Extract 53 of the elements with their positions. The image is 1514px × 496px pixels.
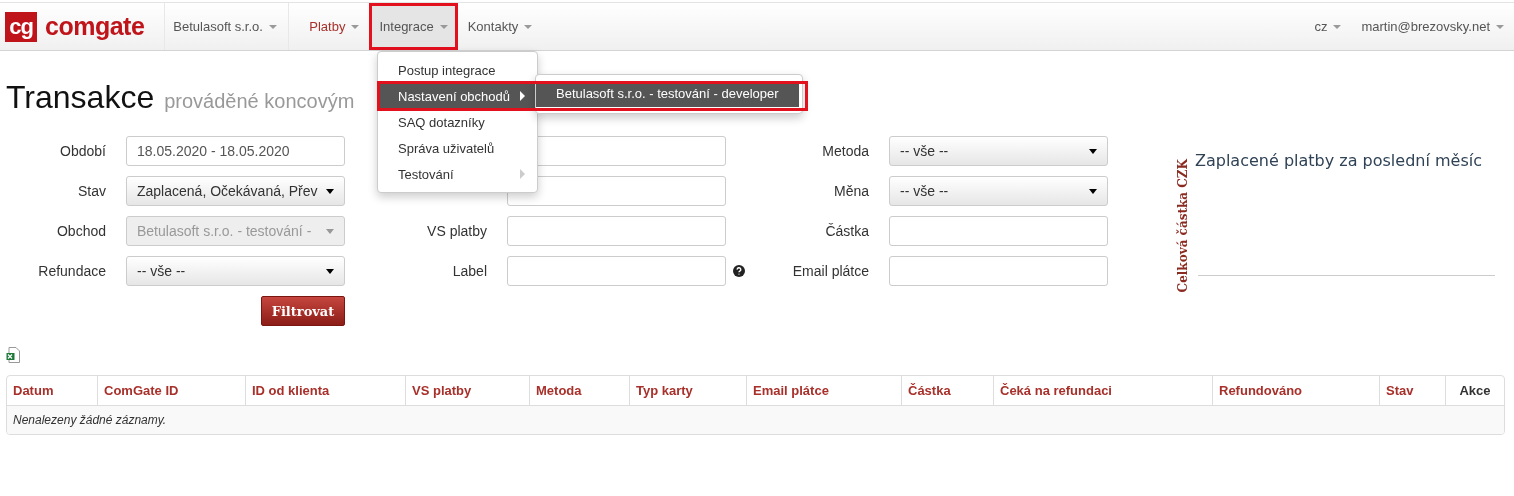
caret-icon xyxy=(1089,188,1097,194)
nav-menu-item[interactable]: Platby xyxy=(299,3,370,50)
empty-message: Nenalezeny žádné záznamy. xyxy=(7,405,1504,434)
menu-item[interactable]: Postup integrace xyxy=(378,57,537,83)
field-label: Období xyxy=(60,143,106,159)
field-label: Stav xyxy=(78,183,106,199)
field-label: Obchod xyxy=(56,223,106,239)
field-label: Měna xyxy=(833,183,869,199)
logo-text: comgate xyxy=(45,12,145,41)
field-label: Email plátce xyxy=(792,263,869,279)
caret-icon xyxy=(351,24,360,29)
page-subtitle: prováděné koncovým xyxy=(164,90,355,113)
caret-icon xyxy=(1333,24,1342,29)
select-field[interactable]: -- vše -- xyxy=(889,136,1108,166)
chart-title: Zaplacené platby za poslední měsíc xyxy=(1195,151,1482,170)
select-field[interactable]: -- vše -- xyxy=(889,176,1108,206)
language-menu[interactable]: cz xyxy=(1304,3,1352,50)
nav-menu-item[interactable]: Integrace xyxy=(369,3,458,50)
caret-icon xyxy=(439,24,448,29)
user-menu[interactable]: martin@brezovsky.net xyxy=(1351,3,1514,50)
text-field[interactable] xyxy=(889,256,1108,286)
text-field[interactable] xyxy=(507,256,726,286)
field-label: Metoda xyxy=(822,143,869,159)
text-field[interactable] xyxy=(507,176,726,206)
select-field[interactable]: -- vše -- xyxy=(126,256,345,286)
select-field[interactable]: Zaplacená, Očekávaná, Přev xyxy=(126,176,345,206)
menu-item[interactable]: Nastavení obchodů xyxy=(378,83,537,109)
menu-item[interactable]: SAQ dotazníky xyxy=(378,109,537,135)
caret-icon xyxy=(268,24,277,29)
menu-item[interactable]: Správa uživatelů xyxy=(378,135,537,161)
caret-icon xyxy=(326,228,334,234)
field-label: Refundace xyxy=(38,263,106,279)
menu-item[interactable]: Testování xyxy=(378,161,537,187)
page-title: Transakce xyxy=(6,79,155,116)
text-field[interactable] xyxy=(889,216,1108,246)
field-label: Label xyxy=(452,263,487,279)
text-field[interactable]: 18.05.2020 - 18.05.2020 xyxy=(126,136,345,166)
filter-button[interactable]: Filtrovat xyxy=(261,296,345,326)
column-header[interactable]: Datum xyxy=(7,376,97,405)
spreadsheet-export-icon[interactable] xyxy=(6,347,20,363)
merchant-menu[interactable]: Betulasoft s.r.o. xyxy=(164,3,290,50)
field-label: Částka xyxy=(825,223,869,239)
logo-mark: cg xyxy=(5,11,37,42)
field-label: VS platby xyxy=(427,223,487,239)
caret-icon xyxy=(326,188,334,194)
text-field[interactable] xyxy=(507,216,726,246)
caret-icon xyxy=(524,24,533,29)
axis-label: Celková částka CZK xyxy=(1176,159,1190,293)
help-icon[interactable] xyxy=(733,265,745,277)
nav-menu-item[interactable]: Kontakty xyxy=(457,3,543,50)
caret-icon xyxy=(326,268,334,274)
caret-icon xyxy=(1089,148,1097,154)
caret-icon xyxy=(1496,24,1504,29)
